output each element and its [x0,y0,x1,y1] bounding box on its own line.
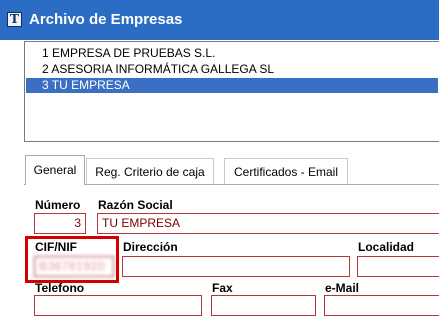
direccion-field[interactable] [122,256,350,277]
tab-certificados-email[interactable]: Certificados - Email [224,158,348,184]
tab-divider [24,184,439,185]
email-label: e-Mail [325,281,360,295]
company-list[interactable]: 1 EMPRESA DE PRUEBAS S.L. 2 ASESORIA INF… [24,41,439,142]
numero-field[interactable]: 3 [34,213,86,234]
razon-social-label: Razón Social [98,198,173,212]
localidad-field[interactable] [357,256,439,277]
fax-label: Fax [212,281,233,295]
app-icon: T [7,12,22,27]
tab-reg-criterio-caja[interactable]: Reg. Criterio de caja [86,158,214,184]
tab-general[interactable]: General [25,155,85,185]
title-bar[interactable]: T Archivo de Empresas [0,0,439,40]
telefono-field[interactable] [34,295,202,316]
direccion-label: Dirección [123,240,178,254]
window-title: Archivo de Empresas [29,11,183,28]
razon-social-field[interactable]: TU EMPRESA [97,213,439,234]
list-item[interactable]: 1 EMPRESA DE PRUEBAS S.L. [26,46,438,61]
email-field[interactable] [324,295,439,316]
cif-highlight-box [25,236,119,283]
numero-label: Número [35,198,81,212]
localidad-label: Localidad [358,240,415,254]
telefono-label: Telefono [35,281,85,295]
fax-field[interactable] [211,295,316,316]
list-item[interactable]: 2 ASESORIA INFORMÁTICA GALLEGA SL [26,62,438,77]
list-item-selected[interactable]: 3 TU EMPRESA [26,78,438,93]
